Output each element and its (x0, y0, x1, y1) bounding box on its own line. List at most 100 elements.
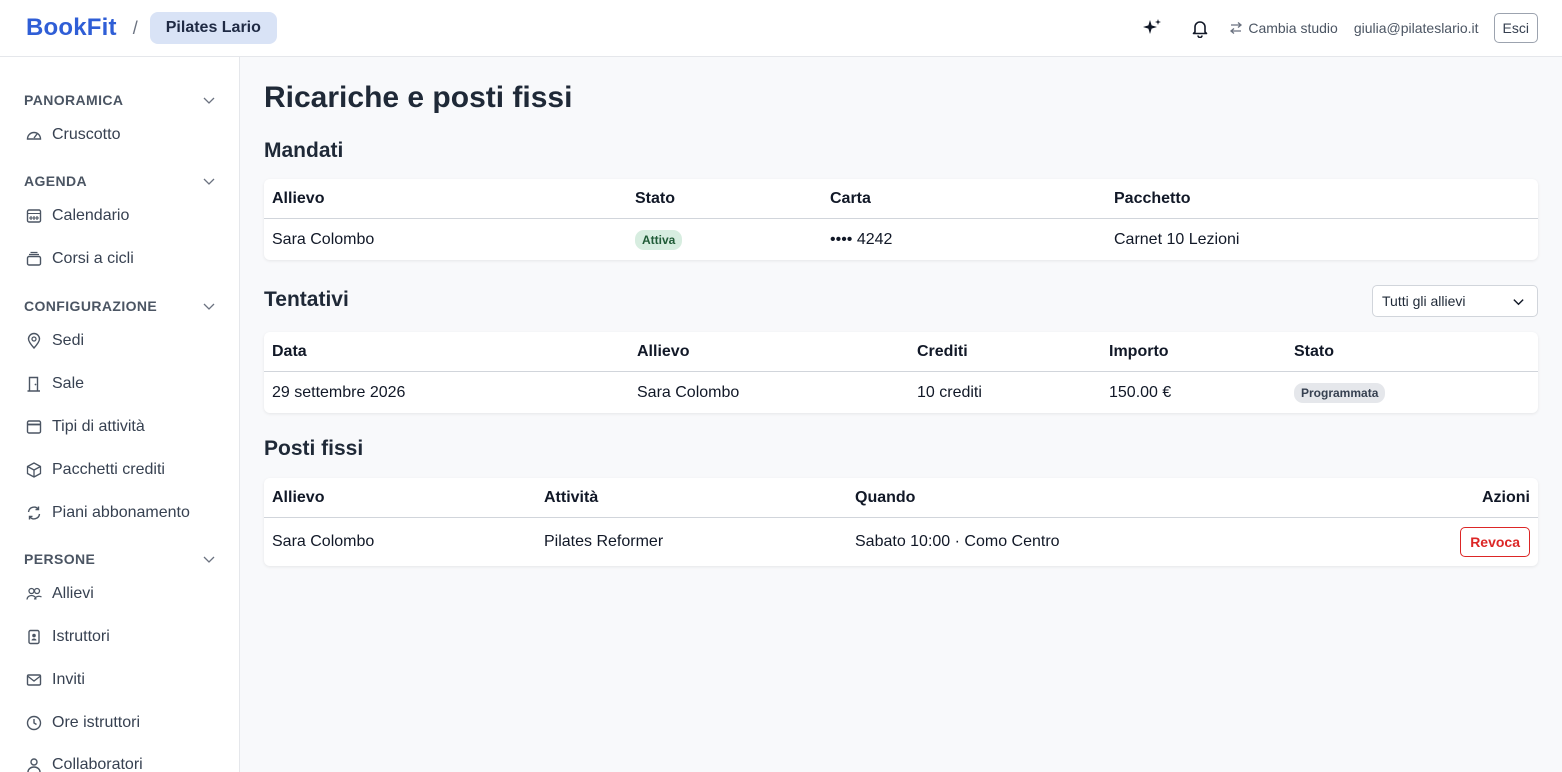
sidebar-item-label: Calendario (52, 207, 130, 224)
mandati-title: Mandati (264, 139, 344, 162)
cell-stato: Programmata (1294, 372, 1386, 413)
column-header: Importo (1109, 342, 1169, 360)
sidebar-item-label: Sedi (52, 332, 85, 349)
sidebar-item-label: Corsi a cicli (52, 250, 134, 267)
student-filter-select[interactable]: Tutti gli allievi (1372, 285, 1538, 317)
section-panoramica[interactable]: PANORAMICA (24, 92, 216, 108)
column-header: Stato (635, 189, 675, 207)
sidebar-item-label: Piani abbonamento (52, 504, 190, 521)
chevron-down-icon (203, 556, 215, 563)
cell-azioni: Revoca (1460, 518, 1530, 566)
sidebar-item-sedi[interactable]: Sedi (24, 331, 84, 351)
cell-carta: •••• 4242 (830, 230, 893, 248)
column-header: Pacchetto (1114, 189, 1191, 207)
sidebar-item-allievi[interactable]: Allievi (24, 584, 94, 604)
studio-pill[interactable]: Pilates Lario (149, 12, 277, 44)
sidebar-item-inviti[interactable]: Inviti (24, 670, 85, 690)
sidebar-item-label: Istruttori (52, 628, 110, 645)
id-badge-icon (24, 627, 44, 647)
sidebar-item-label: Cruscotto (52, 126, 121, 143)
sidebar-item-pacchetti-crediti[interactable]: Pacchetti crediti (24, 460, 165, 480)
bell-icon[interactable] (1189, 17, 1211, 39)
switch-studio-label: Cambia studio (1248, 20, 1338, 36)
table-header-row: Allievo Attività Quando Azioni (264, 478, 1538, 518)
gauge-icon (24, 125, 44, 145)
user-icon (24, 755, 44, 772)
chevron-down-icon (1513, 298, 1524, 305)
sidebar-item-sale[interactable]: Sale (24, 374, 84, 394)
sidebar-item-label: Collaboratori (52, 756, 143, 772)
brand-logo[interactable]: BookFit (26, 14, 117, 42)
sidebar-item-label: Tipi di attività (52, 418, 145, 435)
calendar-icon (24, 417, 44, 437)
sidebar-item-tipi-di-attivita[interactable]: Tipi di attività (24, 417, 145, 437)
map-pin-icon (24, 331, 44, 351)
cell-allievo: Sara Colombo (637, 383, 740, 401)
mandati-table: Allievo Stato Carta Pacchetto Sara Colom… (264, 179, 1538, 260)
swap-arrows-icon (1230, 22, 1243, 34)
chevron-down-icon (203, 178, 215, 185)
cell-crediti: 10 crediti (917, 383, 982, 401)
cell-allievo: Sara Colombo (272, 533, 375, 550)
sidebar-item-label: Inviti (52, 671, 85, 688)
section-persone[interactable]: PERSONE (24, 551, 216, 567)
column-header: Stato (1294, 342, 1334, 360)
column-header: Carta (830, 189, 871, 207)
sidebar-item-label: Pacchetti crediti (52, 461, 165, 478)
cell-importo: 150.00 € (1109, 383, 1172, 401)
door-icon (24, 374, 44, 394)
cell-quando: Sabato 10:00 · Como Centro (855, 533, 1060, 550)
posti-fissi-title: Posti fissi (264, 437, 364, 460)
refresh-icon (24, 503, 44, 523)
table-row: Sara Colombo Pilates Reformer Sabato 10:… (264, 518, 1538, 566)
table-header-row: Data Allievo Crediti Importo Stato (264, 332, 1538, 372)
table-row: Sara Colombo Attiva •••• 4242 Carnet 10 … (264, 219, 1538, 260)
header-actions: Cambia studio giulia@pilateslario.it Esc… (1141, 0, 1538, 56)
top-bar: BookFit / Pilates Lario Cambia studio gi… (0, 0, 1562, 57)
column-header: Allievo (272, 488, 325, 506)
users-icon (24, 584, 44, 604)
cell-attivita: Pilates Reformer (544, 533, 664, 550)
sidebar-item-label: Ore istruttori (52, 714, 141, 731)
tentativi-table: Data Allievo Crediti Importo Stato 29 se… (264, 332, 1538, 413)
section-agenda[interactable]: AGENDA (24, 173, 216, 189)
logout-button[interactable]: Esci (1493, 13, 1538, 43)
status-badge: Attiva (635, 229, 683, 250)
sidebar-item-cruscotto[interactable]: Cruscotto (24, 125, 120, 145)
sidebar-item-piani-abbonamento[interactable]: Piani abbonamento (24, 503, 190, 523)
user-email: giulia@pilateslario.it (1353, 20, 1479, 36)
section-configurazione[interactable]: CONFIGURAZIONE (24, 298, 216, 314)
revoke-button[interactable]: Revoca (1460, 527, 1530, 557)
filter-value: Tutti gli allievi (1382, 293, 1466, 309)
switch-studio-link[interactable]: Cambia studio (1229, 20, 1338, 36)
posti-fissi-table: Allievo Attività Quando Azioni Sara Colo… (264, 478, 1538, 566)
column-header: Quando (855, 488, 916, 506)
column-header: Crediti (917, 342, 968, 360)
section-title: PANORAMICA (24, 92, 124, 108)
calendar-grid-icon (24, 206, 44, 226)
sidebar-item-collaboratori[interactable]: Collaboratori (24, 755, 143, 772)
section-title: PERSONE (24, 551, 96, 567)
page-title: Ricariche e posti fissi (264, 81, 573, 114)
package-icon (24, 460, 44, 480)
table-row: 29 settembre 2026 Sara Colombo 10 credit… (264, 372, 1538, 413)
stack-icon (24, 249, 44, 269)
sidebar-item-ore-istruttori[interactable]: Ore istruttori (24, 713, 140, 733)
column-header: Data (272, 342, 307, 360)
tentativi-title: Tentativi (264, 288, 349, 311)
column-header: Allievo (272, 189, 325, 207)
sidebar-item-istruttori[interactable]: Istruttori (24, 627, 110, 647)
cell-stato: Attiva (635, 219, 683, 260)
sidebar-item-label: Allievi (52, 585, 94, 602)
section-title: AGENDA (24, 173, 88, 189)
table-header-row: Allievo Stato Carta Pacchetto (264, 179, 1538, 219)
cell-data: 29 settembre 2026 (272, 383, 406, 401)
sparkles-icon[interactable] (1141, 17, 1163, 39)
status-badge: Programmata (1294, 382, 1386, 403)
clock-icon (24, 713, 44, 733)
sidebar-item-label: Sale (52, 375, 85, 392)
sidebar-item-corsi-a-cicli[interactable]: Corsi a cicli (24, 249, 134, 269)
sidebar-item-calendario[interactable]: Calendario (24, 206, 129, 226)
column-header: Azioni (1482, 488, 1530, 506)
cell-allievo: Sara Colombo (272, 230, 375, 248)
